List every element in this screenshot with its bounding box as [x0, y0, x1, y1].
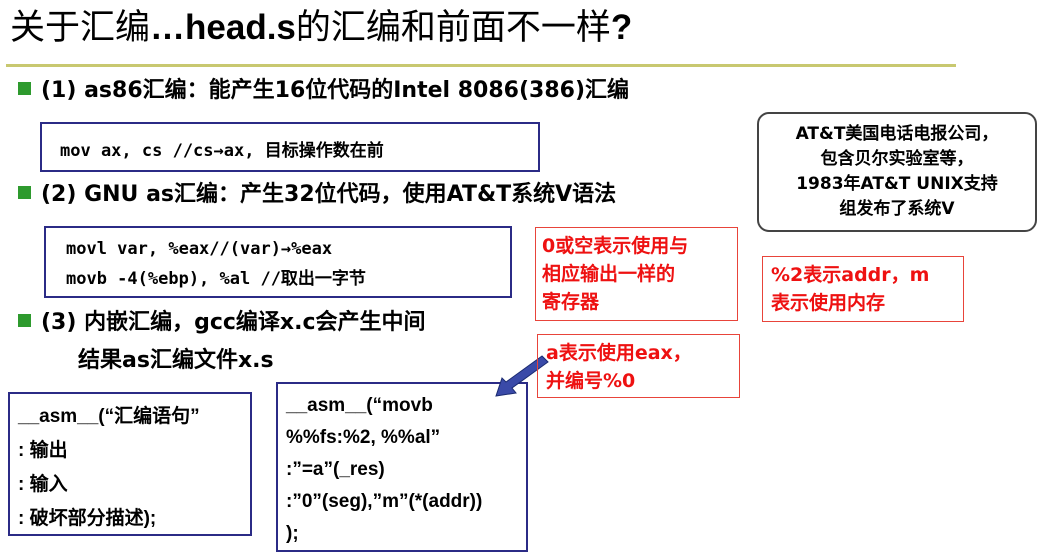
bullet-gnu-as-label: (2) GNU as汇编：产生32位代码，使用AT&T系统V语法	[41, 182, 617, 207]
title-part1: 关于汇编	[10, 8, 151, 48]
bullet-square-icon	[18, 186, 31, 199]
code-line: movb -4(%ebp), %al //取出一字节	[66, 269, 366, 289]
note-line: 1983年AT&T UNIX支持	[796, 174, 998, 194]
note-line: a表示使用eax，	[546, 342, 692, 364]
note-line: 包含贝尔实验室等，	[820, 149, 974, 169]
note-att-history: AT&T美国电话电报公司， 包含贝尔实验室等， 1983年AT&T UNIX支持…	[757, 112, 1037, 232]
title-part4: ?	[610, 8, 633, 47]
asm-example-line: );	[286, 523, 299, 544]
note-line: 表示使用内存	[771, 292, 886, 314]
note-line: AT&T美国电话电报公司，	[795, 124, 999, 144]
bullet-inline-asm-line2: 结果as汇编文件x.s	[78, 348, 274, 373]
bullet-square-icon	[18, 314, 31, 327]
note-line: 0或空表示使用与	[542, 235, 689, 257]
note-line: 并编号%0	[546, 370, 636, 392]
bullet-gnu-as: (2) GNU as汇编：产生32位代码，使用AT&T系统V语法	[18, 180, 616, 210]
note-line: 组发布了系统V	[839, 199, 955, 219]
asm-template-box: __asm__(“汇编语句” : 输出 : 输入 : 破坏部分描述);	[8, 392, 252, 536]
asm-template-line: : 输出	[18, 440, 68, 461]
bullet-inline-asm-line1: (3) 内嵌汇编，gcc编译x.c会产生中间	[41, 310, 426, 335]
page-title: 关于汇编…head.s的汇编和前面不一样?	[10, 6, 632, 50]
note-line: %2表示addr，m	[771, 264, 930, 286]
note-line: 寄存器	[542, 291, 600, 313]
asm-example-box: __asm__(“movb %%fs:%2, %%al” :”=a”(_res)…	[276, 382, 528, 552]
code-line: mov ax, cs //cs→ax, 目标操作数在前	[60, 141, 384, 161]
code-box-as86: mov ax, cs //cs→ax, 目标操作数在前	[40, 122, 540, 172]
asm-template-line: : 输入	[18, 474, 68, 495]
note-a-eax: a表示使用eax， 并编号%0	[537, 334, 740, 398]
asm-template-line: : 破坏部分描述);	[18, 508, 157, 529]
bullet-as86: (1) as86汇编：能产生16位代码的Intel 8086(386)汇编	[18, 76, 629, 106]
note-addr-memory: %2表示addr，m 表示使用内存	[762, 256, 964, 322]
code-box-gnu-as: movl var, %eax//(var)→%eax movb -4(%ebp)…	[44, 226, 512, 298]
note-zero-register: 0或空表示使用与 相应输出一样的 寄存器	[535, 227, 738, 321]
bullet-as86-label: (1) as86汇编：能产生16位代码的Intel 8086(386)汇编	[41, 78, 629, 103]
code-line: movl var, %eax//(var)→%eax	[66, 239, 333, 259]
bullet-square-icon	[18, 82, 31, 95]
asm-example-line: :”0”(seg),”m”(*(addr))	[286, 491, 483, 512]
title-underline	[6, 64, 956, 67]
bullet-inline-asm: (3) 内嵌汇编，gcc编译x.c会产生中间	[18, 308, 426, 338]
asm-template-line: __asm__(“汇编语句”	[18, 406, 200, 427]
note-line: 相应输出一样的	[542, 263, 676, 285]
title-part2: …head.s	[150, 8, 296, 47]
title-part3: 的汇编和前面不一样	[295, 8, 611, 48]
asm-example-line: :”=a”(_res)	[286, 459, 385, 480]
asm-example-line: %%fs:%2, %%al”	[286, 427, 441, 448]
